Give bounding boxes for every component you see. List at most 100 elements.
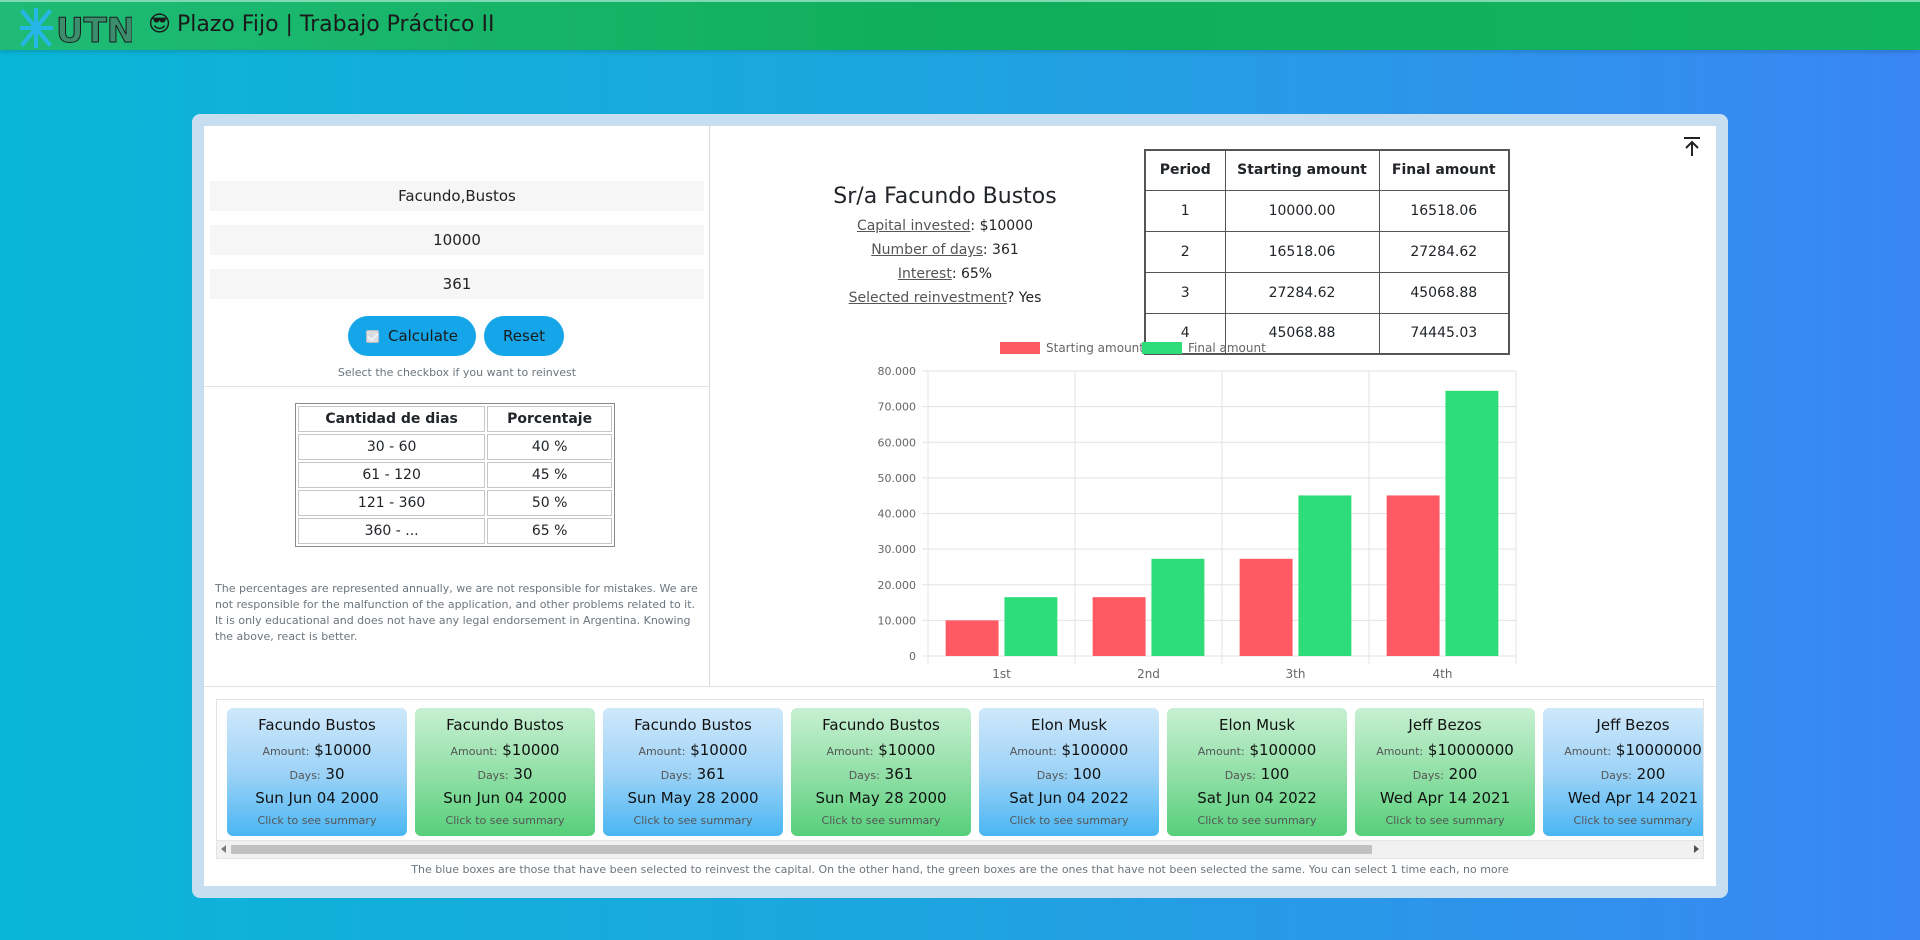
capital-value: : $10000 — [970, 218, 1034, 234]
form-panel: Facundo,Bustos 10000 361 Calculate Reset… — [204, 126, 710, 686]
days-value: 30 — [325, 765, 345, 783]
record-date: Sun Jun 04 2000 — [255, 789, 379, 807]
reset-button[interactable]: Reset — [484, 316, 564, 356]
record-days: Days: 30 — [227, 762, 407, 786]
rate-percent: 45 % — [487, 462, 612, 488]
final-cell: 16518.06 — [1378, 189, 1510, 232]
utn-logo[interactable]: UTN — [20, 8, 132, 48]
record-days: Days: 30 — [415, 762, 595, 786]
record-amount: Amount: $10000 — [415, 738, 595, 762]
history-card[interactable]: Facundo Bustos Amount: $10000 Days: 361 Sun… — [603, 708, 783, 836]
bar — [945, 620, 999, 656]
summary-interest: Interest: 65% — [810, 262, 1080, 286]
results-panel: Sr/a Facundo Bustos Capital invested: $1… — [710, 126, 1716, 686]
summary-capital: Capital invested: $10000 — [810, 214, 1080, 238]
days-value: 30 — [513, 765, 533, 783]
scroll-thumb[interactable] — [231, 845, 1372, 854]
record-hint: Click to see summary — [1573, 814, 1693, 827]
navbar: UTN 😎 Plazo Fijo | Trabajo Práctico II — [0, 0, 1920, 50]
record-days: Days: 200 — [1543, 762, 1703, 786]
rate-percent: 50 % — [487, 490, 612, 516]
amount-label: Amount: — [1197, 745, 1245, 758]
bar — [1092, 597, 1146, 656]
x-tick-label: 4th — [1433, 667, 1453, 681]
table-row: 61 - 120 45 % — [298, 462, 612, 488]
amount-label: Amount: — [450, 745, 498, 758]
history-card[interactable]: Facundo Bustos Amount: $10000 Days: 30 Sun … — [227, 708, 407, 836]
table-row: 2 16518.06 27284.62 — [1144, 230, 1510, 273]
y-tick-label: 80.000 — [878, 365, 917, 378]
y-tick-label: 50.000 — [878, 472, 917, 485]
amount-value: $100000 — [1061, 741, 1129, 759]
days-value: 361 — [884, 765, 914, 783]
amount-input[interactable]: 10000 — [210, 225, 704, 255]
scroll-left-icon[interactable] — [221, 845, 226, 853]
scroll-right-icon[interactable] — [1694, 845, 1699, 853]
history-card[interactable]: Facundo Bustos Amount: $10000 Days: 361 Sun… — [791, 708, 971, 836]
record-name: Jeff Bezos — [1596, 716, 1670, 734]
days-input[interactable]: 361 — [210, 269, 704, 299]
days-value: : 361 — [982, 242, 1019, 258]
history-card[interactable]: Facundo Bustos Amount: $10000 Days: 30 Sun … — [415, 708, 595, 836]
table-row: 1 10000.00 16518.06 — [1144, 189, 1510, 232]
y-tick-label: 70.000 — [878, 401, 917, 414]
calculate-label: Calculate — [387, 327, 459, 345]
y-tick-label: 0 — [909, 650, 916, 663]
days-label: Days: — [660, 769, 692, 782]
days-label: Number of days — [871, 242, 983, 258]
reinvest-hint: Select the checkbox if you want to reinv… — [337, 366, 577, 379]
final-header: Final amount — [1378, 149, 1510, 191]
record-amount: Amount: $10000 — [603, 738, 783, 762]
history-scroller[interactable]: Facundo Bustos Amount: $10000 Days: 30 Sun … — [216, 699, 1704, 859]
amount-label: Amount: — [638, 745, 686, 758]
bar — [1151, 558, 1205, 656]
disclaimer-text: The percentages are represented annually… — [215, 582, 698, 643]
history-card[interactable]: Elon Musk Amount: $100000 Days: 100 Sat Jun… — [979, 708, 1159, 836]
amount-value: $10000000 — [1615, 741, 1702, 759]
investment-summary: Sr/a Facundo Bustos Capital invested: $1… — [810, 184, 1080, 310]
legend-swatch — [1142, 342, 1182, 354]
table-row: 360 - ... 65 % — [298, 518, 612, 544]
rate-table-header: Cantidad de dias Porcentaje — [298, 406, 612, 432]
record-name: Elon Musk — [1030, 716, 1108, 734]
bar — [1445, 390, 1499, 656]
period-cell: 3 — [1144, 271, 1226, 314]
days-value: 361 — [696, 765, 726, 783]
amount-value: $10000 — [690, 741, 748, 759]
calculate-button[interactable]: Calculate — [348, 316, 476, 356]
bar-chart: 0 10.000 20.000 30.000 40.000 50.000 60.000 70.… — [878, 341, 1517, 681]
record-hint: Click to see summary — [821, 814, 941, 827]
days-label: Days: — [848, 769, 880, 782]
record-date: Sat Jun 04 2022 — [1009, 789, 1129, 807]
rate-days: 61 - 120 — [298, 462, 486, 488]
history-footer-note: The blue boxes are those that have been … — [411, 863, 1509, 876]
record-date: Sun May 28 2000 — [627, 789, 759, 807]
name-input[interactable]: Facundo,Bustos — [210, 181, 704, 211]
days-label: Days: — [1224, 769, 1256, 782]
history-card[interactable]: Elon Musk Amount: $100000 Days: 100 Sat Jun… — [1167, 708, 1347, 836]
horizontal-scrollbar[interactable] — [217, 840, 1703, 858]
amount-label: Amount: — [826, 745, 874, 758]
summary-reinvest: Selected reinvestment? Yes — [810, 286, 1080, 310]
reinvest-value: ? Yes — [1006, 290, 1042, 306]
table-row: 3 27284.62 45068.88 — [1144, 271, 1510, 314]
record-name: Facundo Bustos — [258, 716, 376, 734]
history-card[interactable]: Jeff Bezos Amount: $10000000 Days: 200 Wed … — [1355, 708, 1535, 836]
days-label: Days: — [1412, 769, 1444, 782]
record-days: Days: 200 — [1355, 762, 1535, 786]
summary-title: Sr/a Facundo Bustos — [833, 184, 1057, 209]
starting-cell: 10000.00 — [1224, 189, 1380, 232]
amount-value: $10000 — [502, 741, 560, 759]
record-amount: Amount: $100000 — [1167, 738, 1347, 762]
reinvest-checkbox[interactable] — [365, 329, 379, 343]
legend-label: Starting amount — [1046, 341, 1144, 355]
bar — [1298, 495, 1352, 656]
days-label: Days: — [477, 769, 509, 782]
rate-table: Cantidad de dias Porcentaje 30 - 60 40 % … — [295, 403, 615, 547]
legend-label: Final amount — [1188, 341, 1266, 355]
history-card[interactable]: Jeff Bezos Amount: $10000000 Days: 200 Wed … — [1543, 708, 1703, 836]
period-table: Period Starting amount Final amount 1 100… — [1144, 149, 1510, 355]
upload-icon[interactable] — [1682, 136, 1702, 158]
amount-label: Amount: — [1009, 745, 1057, 758]
main-card-body: Facundo,Bustos 10000 361 Calculate Reset… — [204, 126, 1716, 886]
